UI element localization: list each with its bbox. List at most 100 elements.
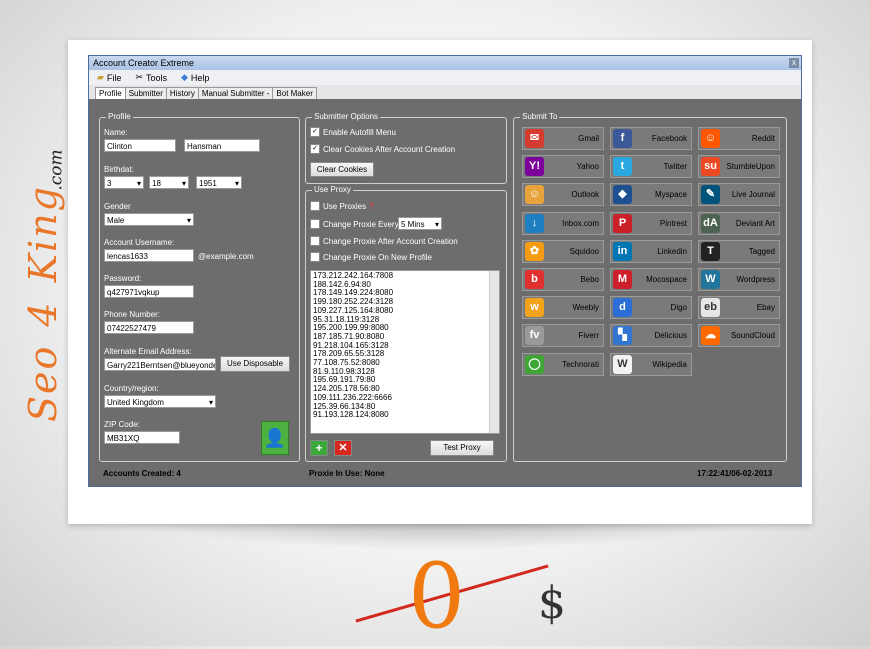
- service-yahoo-button[interactable]: Y! Yahoo: [522, 155, 604, 179]
- service-wikipedia-button[interactable]: W Wikipedia: [610, 352, 692, 376]
- diigo-icon: d: [613, 298, 632, 318]
- use-proxies-checkbox[interactable]: Use Proxies?: [310, 201, 374, 211]
- proxy-list-scrollbar[interactable]: [489, 271, 499, 433]
- menu-file[interactable]: ▰ File: [97, 72, 121, 83]
- service-wordpress-button[interactable]: W Wordpress: [698, 268, 780, 291]
- livejournal-icon: ✎: [701, 185, 720, 205]
- service-inbox-com-button[interactable]: ↓ Inbox.com: [522, 211, 604, 235]
- service-reddit-button[interactable]: ☺ Reddit: [698, 127, 780, 150]
- menu-help[interactable]: ◆ Help: [181, 72, 209, 83]
- service-weebly-button[interactable]: w Weebly: [522, 296, 604, 320]
- tab-history[interactable]: History: [165, 87, 199, 99]
- service-label: Tagged: [748, 246, 775, 256]
- service-label: Weebly: [572, 303, 599, 313]
- service-bebo-button[interactable]: b Bebo: [522, 268, 604, 291]
- add-proxy-icon[interactable]: +: [310, 440, 328, 456]
- clear-cookies-button[interactable]: Clear Cookies: [310, 162, 374, 177]
- proxy-list[interactable]: 173.212.242.164:7808 188.142.6.94:80 178…: [310, 270, 500, 434]
- alt-email-input[interactable]: Garry221Berntsen@blueyonder: [104, 358, 216, 371]
- service-facebook-button[interactable]: f Facebook: [610, 127, 692, 150]
- service-label: Wordpress: [736, 275, 775, 284]
- pinterest-icon: P: [613, 213, 632, 233]
- service-squidoo-button[interactable]: ✿ Squidoo: [522, 239, 604, 263]
- wikipedia-icon: W: [613, 354, 632, 374]
- country-select[interactable]: United Kingdom: [104, 395, 216, 408]
- change-every-checkbox[interactable]: Change Proxie Every: [310, 219, 399, 229]
- user-icon: 👤: [263, 428, 287, 448]
- change-every-label: Change Proxie Every: [323, 219, 399, 229]
- service-outlook-button[interactable]: ☺ Outlook: [522, 183, 604, 207]
- birthday-month-select[interactable]: 18: [149, 176, 189, 189]
- autofill-checkbox[interactable]: ✓ Enable Autofill Menu: [310, 127, 396, 137]
- service-twitter-button[interactable]: t Twitter: [610, 155, 692, 179]
- service-ebay-button[interactable]: eb Ebay: [698, 296, 780, 320]
- service-gmail-button[interactable]: ✉ Gmail: [522, 127, 604, 150]
- tab-submitter[interactable]: Submitter: [124, 87, 167, 99]
- squidoo-icon: ✿: [525, 241, 544, 261]
- soundcloud-icon: ☁: [701, 326, 720, 346]
- service-label: Technorati: [562, 359, 599, 369]
- service-label: Pintrest: [659, 218, 687, 228]
- service-fiverr-button[interactable]: fv Fiverr: [522, 324, 604, 348]
- menu-tools[interactable]: ✂ Tools: [135, 72, 167, 83]
- service-label: Wikipedia: [652, 359, 687, 369]
- service-delicious-button[interactable]: ▚ Delicious: [610, 324, 692, 348]
- service-stumbleupon-button[interactable]: su StumbleUpon: [698, 155, 780, 179]
- tab-profile[interactable]: Profile: [95, 87, 126, 99]
- password-input[interactable]: q427971vqkup: [104, 285, 194, 298]
- ebay-icon: eb: [701, 298, 720, 318]
- check-icon: ✓: [310, 127, 320, 137]
- test-proxy-button[interactable]: Test Proxy: [430, 440, 494, 456]
- birthday-day-select[interactable]: 3: [104, 176, 144, 189]
- mocospace-icon: M: [613, 270, 632, 289]
- clear-cookies-checkbox[interactable]: ✓ Clear Cookies After Account Creation: [310, 144, 455, 154]
- dollar-sign: $: [538, 578, 566, 629]
- use-disposable-button[interactable]: Use Disposable: [220, 356, 290, 372]
- help-icon[interactable]: ?: [369, 202, 373, 211]
- service-myspace-button[interactable]: ◆ Myspace: [610, 183, 692, 207]
- service-soundcloud-button[interactable]: ☁ SoundCloud: [698, 324, 780, 348]
- service-pintrest-button[interactable]: P Pintrest: [610, 211, 692, 235]
- username-input[interactable]: lencas1633: [104, 249, 194, 262]
- service-live-journal-button[interactable]: ✎ Live Journal: [698, 183, 780, 207]
- remove-proxy-icon[interactable]: ✕: [334, 440, 352, 456]
- use-proxy-legend: Use Proxy: [312, 185, 353, 194]
- gender-select[interactable]: Male: [104, 213, 194, 226]
- yahoo-icon: Y!: [525, 157, 544, 177]
- service-label: Deviant Art: [735, 218, 775, 228]
- service-label: Reddit: [751, 134, 775, 143]
- clear-cookies-label: Clear Cookies After Account Creation: [323, 144, 456, 154]
- proxy-interval-select[interactable]: 5 Mins: [398, 217, 442, 230]
- tab-manual-submitter[interactable]: Manual Submitter -: [197, 87, 274, 99]
- change-after-creation-checkbox[interactable]: Change Proxie After Account Creation: [310, 236, 458, 246]
- twitter-icon: t: [613, 157, 632, 177]
- new-profile-button[interactable]: 👤: [261, 421, 289, 455]
- zip-input[interactable]: MB31XQ: [104, 431, 180, 444]
- service-digo-button[interactable]: d Digo: [610, 296, 692, 320]
- change-new-profile-checkbox[interactable]: Change Proxie On New Profile: [310, 252, 432, 262]
- service-mocospace-button[interactable]: M Mocospace: [610, 268, 692, 291]
- service-label: StumbleUpon: [726, 162, 775, 172]
- tools-icon: ✂: [135, 72, 143, 82]
- menu-help-label: Help: [190, 72, 210, 83]
- submit-to-panel: Submit To ✉ Gmail f Facebook ☺ Reddit Y! Yahoo t…: [513, 112, 787, 462]
- last-name-input[interactable]: Hansman: [184, 139, 260, 152]
- service-label: SoundCloud: [730, 331, 775, 341]
- service-linkedin-button[interactable]: in Linkedin: [610, 239, 692, 263]
- service-deviant-art-button[interactable]: dA Deviant Art: [698, 211, 780, 235]
- service-label: Live Journal: [731, 190, 775, 200]
- tab-bot-maker[interactable]: Bot Maker: [272, 87, 317, 99]
- service-technorati-button[interactable]: ◯ Technorati: [522, 352, 604, 376]
- service-label: Bebo: [580, 275, 599, 284]
- service-tagged-button[interactable]: T Tagged: [698, 239, 780, 263]
- list-item[interactable]: 91.193.128.124:8080: [313, 411, 497, 420]
- zip-label: ZIP Code:: [104, 420, 140, 429]
- brand-word-4: 4: [21, 300, 65, 327]
- close-icon[interactable]: x: [789, 58, 799, 68]
- first-name-input[interactable]: Clinton: [104, 139, 176, 152]
- birthday-year-select[interactable]: 1951: [196, 176, 242, 189]
- delicious-icon: ▚: [613, 326, 632, 346]
- phone-input[interactable]: 07422527479: [104, 321, 194, 334]
- service-label: Twitter: [663, 162, 687, 172]
- wordpress-icon: W: [701, 270, 720, 289]
